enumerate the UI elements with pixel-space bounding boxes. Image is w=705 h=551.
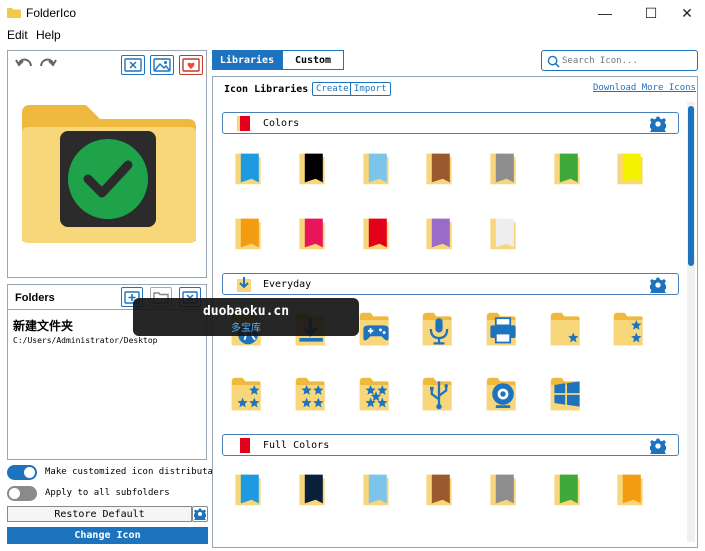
folder-color-icon[interactable] (549, 469, 585, 509)
folder-webcam-icon[interactable] (485, 374, 521, 414)
undo-icon[interactable] (14, 55, 34, 73)
subfolders-label: Apply to all subfolders (45, 488, 170, 498)
folder-color-icon[interactable] (230, 213, 266, 253)
tab-custom[interactable]: Custom (282, 50, 344, 70)
folder-color-icon[interactable] (358, 469, 394, 509)
menu-edit[interactable]: Edit (7, 28, 28, 42)
folder-color-icon[interactable] (230, 469, 266, 509)
distributable-toggle[interactable] (7, 465, 37, 480)
folder-color-icon[interactable] (485, 148, 521, 188)
heart-icon (182, 58, 200, 72)
folder-color-icon[interactable] (612, 469, 648, 509)
section-everyday-header[interactable]: Everyday (222, 273, 679, 295)
folder-color-icon[interactable] (421, 148, 457, 188)
import-library-button[interactable]: Import (350, 82, 391, 96)
download-more-icons-link[interactable]: Download More Icons (593, 83, 696, 93)
distributable-label: Make customized icon distributable (45, 467, 230, 477)
restore-settings-button[interactable] (192, 506, 208, 522)
folder-windows-icon[interactable] (549, 374, 585, 414)
change-icon-button[interactable]: Change Icon (7, 527, 208, 544)
gear-icon (194, 508, 206, 520)
search-box[interactable] (541, 50, 698, 71)
folder-color-icon[interactable] (294, 148, 330, 188)
favorite-button[interactable] (179, 55, 203, 75)
watermark-overlay: duobaoku.cn 多宝库 (133, 298, 359, 336)
folder-color-icon[interactable] (358, 213, 394, 253)
gear-icon[interactable] (650, 438, 666, 454)
create-library-button[interactable]: Create (312, 82, 353, 96)
folder-color-icon[interactable] (421, 469, 457, 509)
toggle-knob (9, 488, 20, 499)
restore-default-button[interactable]: Restore Default (7, 506, 192, 522)
redo-icon[interactable] (38, 55, 58, 73)
search-icon (547, 55, 560, 68)
folder-color-icon[interactable] (294, 469, 330, 509)
search-input[interactable] (562, 54, 692, 67)
tab-libraries[interactable]: Libraries (212, 50, 282, 70)
folder-remove-icon (124, 58, 142, 72)
section-colors-title: Colors (263, 118, 300, 129)
folder-star-2-icon[interactable] (612, 309, 648, 349)
watermark-brand: 多宝库 (231, 323, 261, 334)
section-full-colors-header[interactable]: Full Colors (222, 434, 679, 456)
folder-color-icon[interactable] (612, 148, 648, 188)
title-bar: FolderIco — ☐ ✕ (0, 0, 705, 26)
folder-color-icon[interactable] (358, 148, 394, 188)
download-folder-icon (237, 277, 251, 292)
scrollbar-track[interactable] (687, 102, 695, 542)
section-everyday-title: Everyday (263, 279, 312, 290)
close-button[interactable]: ✕ (670, 0, 704, 26)
red-folder-icon (237, 116, 250, 131)
section-colors-header[interactable]: Colors (222, 112, 679, 134)
watermark-domain: duobaoku.cn (202, 304, 290, 319)
window-title: FolderIco (26, 6, 77, 20)
red-folder-icon (240, 438, 250, 453)
folders-title: Folders (15, 292, 55, 304)
preview-panel (7, 50, 207, 278)
subfolders-toggle[interactable] (7, 486, 37, 501)
folder-color-icon[interactable] (485, 213, 521, 253)
folder-star-4-icon[interactable] (294, 374, 330, 414)
folder-color-icon[interactable] (549, 148, 585, 188)
gear-icon[interactable] (650, 116, 666, 132)
menu-bar: Edit Help (0, 26, 705, 44)
menu-help[interactable]: Help (36, 28, 61, 42)
folder-preview-icon (22, 105, 196, 243)
image-icon (153, 58, 171, 72)
folder-microphone-icon[interactable] (421, 309, 457, 349)
app-folder-icon (7, 8, 21, 18)
toggle-knob (24, 467, 35, 478)
folder-color-icon[interactable] (230, 148, 266, 188)
folder-color-icon[interactable] (485, 469, 521, 509)
folder-gamepad-icon[interactable] (358, 309, 394, 349)
folder-printer-icon[interactable] (485, 309, 521, 349)
gear-icon[interactable] (650, 277, 666, 293)
icon-libraries-title: Icon Libraries (224, 84, 309, 95)
folder-star-5-icon[interactable] (358, 374, 394, 414)
folder-usb-icon[interactable] (421, 374, 457, 414)
section-full-colors-title: Full Colors (263, 440, 330, 451)
folder-star-1-icon[interactable] (549, 309, 585, 349)
image-icon-button[interactable] (150, 55, 174, 75)
folder-item-path: C:/Users/Administrator/Desktop (13, 336, 158, 345)
folder-color-icon[interactable] (421, 213, 457, 253)
folder-star-3-icon[interactable] (230, 374, 266, 414)
minimize-button[interactable]: — (588, 0, 622, 26)
maximize-button[interactable]: ☐ (634, 0, 668, 26)
scrollbar-thumb[interactable] (688, 106, 694, 266)
remove-icon-button[interactable] (121, 55, 145, 75)
folder-color-icon[interactable] (294, 213, 330, 253)
